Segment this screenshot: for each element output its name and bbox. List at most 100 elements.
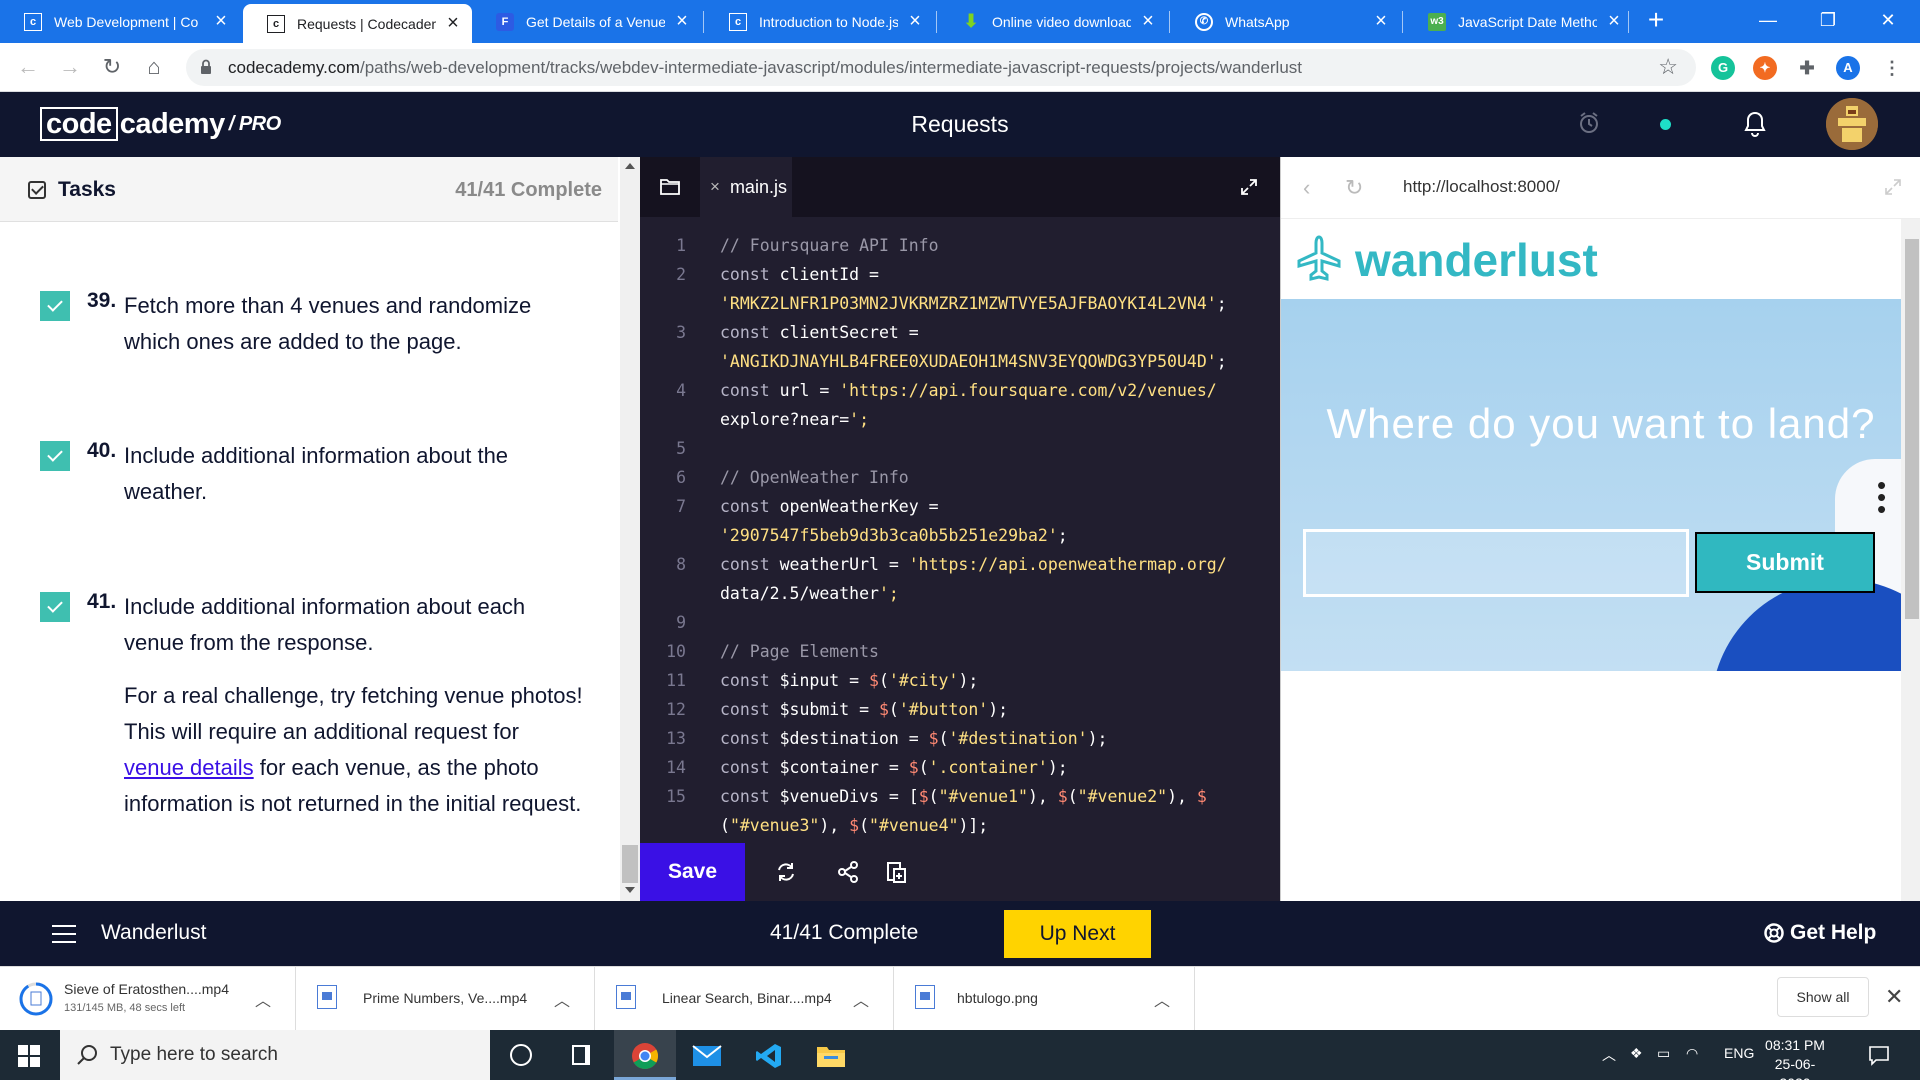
code-line[interactable]: 8 const weatherUrl = 'https://api.openwea… <box>640 550 1280 579</box>
home-button[interactable]: ⌂ <box>140 54 168 82</box>
tray-chevron-up-icon[interactable]: ︿ <box>1602 1045 1616 1065</box>
expand-icon[interactable] <box>1241 179 1257 195</box>
download-item[interactable]: Sieve of Eratosthen....mp4 131/145 MB, 4… <box>0 967 296 1031</box>
code-line[interactable]: 11 const $input = $('#city'); <box>640 666 1280 695</box>
window-close-button[interactable]: ✕ <box>1858 0 1918 43</box>
venue-details-link[interactable]: venue details <box>124 755 254 780</box>
tab-requests[interactable]: c Requests | Codecadem × <box>243 4 472 43</box>
tab-web-development[interactable]: c Web Development | Co × <box>0 0 240 43</box>
close-icon[interactable]: × <box>1139 10 1157 33</box>
forward-button[interactable]: → <box>56 54 84 82</box>
profile-avatar[interactable]: A <box>1836 56 1860 80</box>
bell-icon[interactable] <box>1744 111 1766 137</box>
reload-button[interactable]: ↻ <box>98 54 126 82</box>
extensions-puzzle-icon[interactable]: ✚ <box>1795 56 1819 80</box>
back-button[interactable]: ← <box>14 54 42 82</box>
tab-whatsapp[interactable]: ✆ WhatsApp × <box>1171 0 1400 43</box>
city-input[interactable] <box>1303 529 1689 597</box>
download-item[interactable]: Prime Numbers, Ve....mp4 ︿ <box>297 967 595 1031</box>
tab-js-date[interactable]: w3 JavaScript Date Metho × <box>1404 0 1633 43</box>
code-line[interactable]: 9 <box>640 608 1280 637</box>
chevron-up-icon[interactable]: ︿ <box>853 987 869 1011</box>
minimize-button[interactable]: — <box>1738 0 1798 43</box>
bookmark-star-icon[interactable]: ☆ <box>1658 54 1678 80</box>
code-line[interactable]: 4 const url = 'https://api.foursquare.com… <box>640 376 1280 405</box>
code-line[interactable]: 1 // Foursquare API Info <box>640 231 1280 260</box>
copy-to-clipboard-icon[interactable] <box>884 860 908 884</box>
code-line[interactable]: 'ANGIKDJNAYHLB4FREE0XUDAEOH1M4SNV3EYQOWD… <box>640 347 1280 376</box>
up-next-button[interactable]: Up Next <box>1004 910 1151 958</box>
code-line[interactable]: 5 <box>640 434 1280 463</box>
get-help-button[interactable]: Get Help <box>1764 921 1876 945</box>
share-icon[interactable] <box>836 860 860 884</box>
download-item[interactable]: hbtulogo.png ︿ <box>895 967 1195 1031</box>
chevron-up-icon[interactable]: ︿ <box>255 987 271 1011</box>
grammarly-icon[interactable]: G <box>1711 56 1735 80</box>
scrollbar-thumb[interactable] <box>1905 239 1919 619</box>
folder-icon[interactable] <box>660 178 680 195</box>
mail-taskbar-icon[interactable] <box>676 1030 738 1080</box>
close-icon[interactable]: × <box>444 12 462 35</box>
task-checkbox[interactable] <box>40 291 70 321</box>
chevron-up-icon[interactable]: ︿ <box>554 987 570 1011</box>
new-tab-button[interactable]: + <box>1641 6 1671 36</box>
code-line[interactable]: 7 const openWeatherKey = <box>640 492 1280 521</box>
tab-video-download[interactable]: ⬇ Online video download × <box>938 0 1167 43</box>
restore-button[interactable]: ❐ <box>1798 0 1858 43</box>
wifi-icon[interactable]: ◠ <box>1686 1045 1698 1062</box>
close-icon[interactable]: × <box>1605 10 1623 33</box>
dropbox-icon[interactable]: ❖ <box>1630 1045 1643 1062</box>
code-line[interactable]: ("#venue3"), $("#venue4")]; <box>640 811 1280 840</box>
preview-back-icon[interactable]: ‹ <box>1303 175 1310 201</box>
code-line[interactable]: 14 const $container = $('.container'); <box>640 753 1280 782</box>
tab-venue-details[interactable]: F Get Details of a Venue × <box>472 0 701 43</box>
tab-intro-node[interactable]: c Introduction to Node.js × <box>705 0 934 43</box>
address-bar[interactable]: codecademy.com/paths/web-development/tra… <box>186 49 1696 86</box>
notifications-icon[interactable] <box>1868 1044 1890 1066</box>
scroll-down-arrow-icon[interactable] <box>625 887 635 893</box>
tasks-scrollbar[interactable] <box>620 157 640 901</box>
close-icon[interactable]: × <box>673 10 691 33</box>
scrollbar-thumb[interactable] <box>622 845 638 883</box>
language-indicator[interactable]: ENG <box>1724 1045 1754 1061</box>
task-checkbox[interactable] <box>40 441 70 471</box>
windows-start-icon[interactable] <box>18 1045 40 1067</box>
code-line[interactable]: 10 // Page Elements <box>640 637 1280 666</box>
system-clock[interactable]: 08:31 PM 25-06-2020 <box>1760 1036 1830 1080</box>
preview-url[interactable]: http://localhost:8000/ <box>1403 177 1560 197</box>
taskbar-search[interactable]: Type here to search <box>60 1030 490 1080</box>
code-line[interactable]: data/2.5/weather'; <box>640 579 1280 608</box>
preview-scrollbar[interactable] <box>1901 219 1920 901</box>
task-checkbox[interactable] <box>40 592 70 622</box>
hamburger-menu-icon[interactable] <box>52 925 76 943</box>
alarm-clock-icon[interactable] <box>1578 111 1600 135</box>
extension-icon[interactable]: ✦ <box>1753 56 1777 80</box>
close-icon[interactable]: × <box>212 10 230 33</box>
close-icon[interactable]: × <box>1372 10 1390 33</box>
reset-icon[interactable] <box>774 860 798 884</box>
kebab-menu-icon[interactable]: • • • <box>1877 472 1886 522</box>
cortana-icon[interactable] <box>490 1030 552 1080</box>
code-line[interactable]: 6 // OpenWeather Info <box>640 463 1280 492</box>
code-line[interactable]: 2 const clientId = <box>640 260 1280 289</box>
preview-expand-icon[interactable] <box>1885 179 1901 195</box>
chrome-taskbar-icon[interactable] <box>614 1030 676 1080</box>
code-area[interactable]: 1 // Foursquare API Info 2 const clientId =… <box>640 231 1280 840</box>
chevron-up-icon[interactable]: ︿ <box>1154 987 1170 1011</box>
code-line[interactable]: '2907547f5beb9d3b3ca0b5b251e29ba2'; <box>640 521 1280 550</box>
scroll-up-arrow-icon[interactable] <box>625 163 635 169</box>
close-shelf-icon[interactable]: ✕ <box>1885 984 1903 1010</box>
kebab-menu-icon[interactable]: ⋮ <box>1880 56 1904 80</box>
code-line[interactable]: explore?near='; <box>640 405 1280 434</box>
tab-main-js[interactable]: × main.js <box>700 157 792 217</box>
code-line[interactable]: 15 const $venueDivs = [$("#venue1"), $("#… <box>640 782 1280 811</box>
preview-refresh-icon[interactable]: ↻ <box>1345 175 1363 201</box>
vscode-taskbar-icon[interactable] <box>738 1030 800 1080</box>
file-explorer-taskbar-icon[interactable] <box>800 1030 862 1080</box>
save-button[interactable]: Save <box>640 843 745 901</box>
close-icon[interactable]: × <box>710 177 720 197</box>
lock-icon[interactable] <box>200 59 212 75</box>
code-line[interactable]: 13 const $destination = $('#destination')… <box>640 724 1280 753</box>
close-icon[interactable]: × <box>906 10 924 33</box>
show-all-button[interactable]: Show all <box>1777 977 1869 1017</box>
